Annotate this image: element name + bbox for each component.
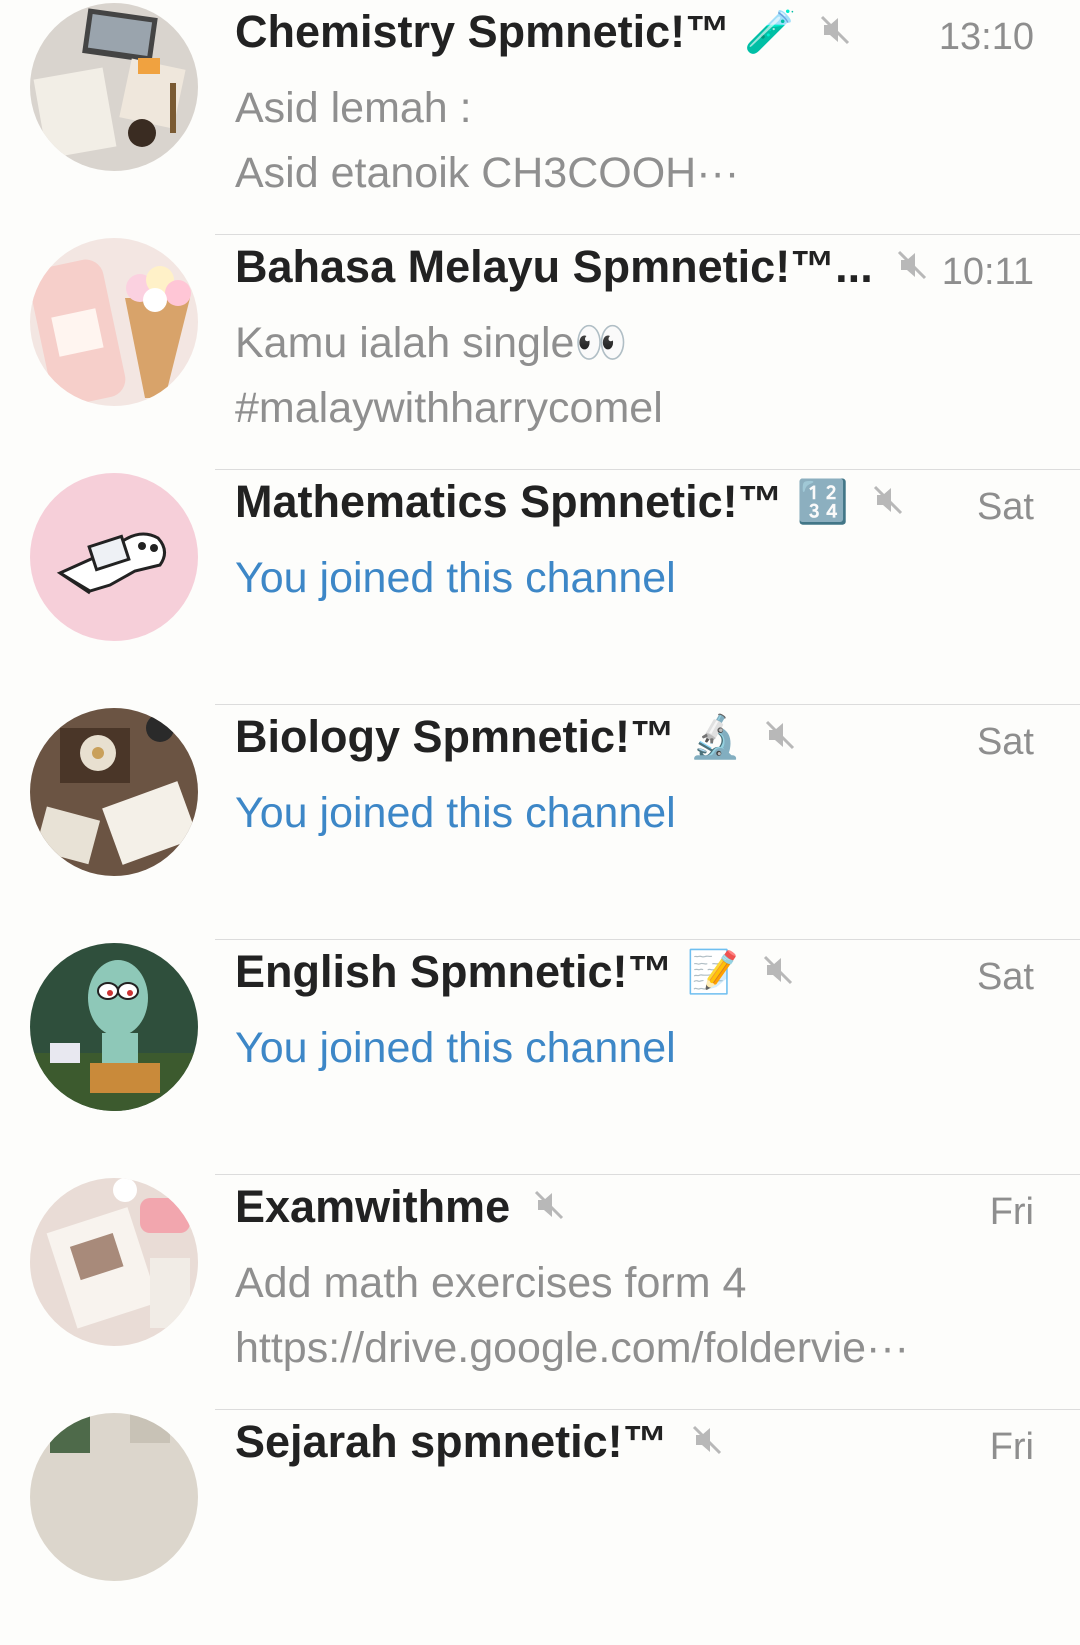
chat-row-chemistry[interactable]: Chemistry Spmnetic!™ 🧪 13:10 Asid lemah … — [0, 0, 1080, 235]
mute-icon — [761, 946, 795, 998]
avatar — [30, 943, 198, 1111]
chat-title-text: Mathematics Spmnetic!™ — [235, 476, 783, 527]
chat-title: Biology Spmnetic!™ 🔬 — [235, 711, 797, 763]
test-tube-icon: 🧪 — [744, 7, 797, 55]
preview-line: Kamu ialah single👀 — [235, 319, 628, 367]
avatar — [30, 708, 198, 876]
preview-line: You joined this channel — [235, 1024, 676, 1072]
chat-time: Fri — [989, 1191, 1034, 1233]
chat-title-text: Sejarah spmnetic!™ — [235, 1416, 668, 1467]
preview-line: Asid lemah : — [235, 84, 472, 132]
chat-preview: Kamu ialah single👀 #malaywithharrycomel — [235, 311, 663, 441]
preview-line: Add math exercises form 4 — [235, 1259, 747, 1307]
chat-preview: You joined this channel — [235, 781, 676, 846]
chat-title-text: Chemistry Spmnetic!™ — [235, 6, 731, 57]
chat-row-biology[interactable]: Biology Spmnetic!™ 🔬 Sat You joined this… — [0, 705, 1080, 940]
chat-row-sejarah[interactable]: Sejarah spmnetic!™ Fri — [0, 1410, 1080, 1645]
avatar — [30, 1413, 198, 1581]
chat-title: Examwithme — [235, 1181, 566, 1233]
mute-icon — [690, 1416, 724, 1468]
chat-title: Mathematics Spmnetic!™ 🔢 — [235, 476, 905, 528]
numbers-icon: 🔢 — [796, 477, 849, 525]
avatar — [30, 1178, 198, 1346]
chat-title: English Spmnetic!™ 📝 — [235, 946, 795, 998]
mute-icon — [763, 711, 797, 763]
chat-time: 10:11 — [941, 251, 1034, 293]
chat-preview: You joined this channel — [235, 546, 676, 611]
chat-preview: You joined this channel — [235, 1016, 676, 1081]
memo-icon: 📝 — [686, 947, 739, 995]
avatar — [30, 238, 198, 406]
chat-title-text: Examwithme — [235, 1181, 511, 1232]
chat-row-examwithme[interactable]: Examwithme Fri Add math exercises form 4… — [0, 1175, 1080, 1410]
chat-time: Sat — [976, 486, 1034, 528]
chat-title: Chemistry Spmnetic!™ 🧪 — [235, 6, 852, 58]
mute-icon — [895, 241, 929, 293]
avatar — [30, 3, 198, 171]
preview-line: You joined this channel — [235, 789, 676, 837]
chat-row-mathematics[interactable]: Mathematics Spmnetic!™ 🔢 Sat You joined … — [0, 470, 1080, 705]
preview-line: Asid etanoik CH3COOH··· — [235, 149, 740, 197]
microscope-icon: 🔬 — [689, 712, 742, 760]
avatar — [30, 473, 198, 641]
chat-title-text: Biology Spmnetic!™ — [235, 711, 676, 762]
preview-line: https://drive.google.com/foldervie··· — [235, 1324, 909, 1372]
chat-title: Sejarah spmnetic!™ — [235, 1416, 724, 1468]
chat-time: Sat — [976, 956, 1034, 998]
chat-time: Sat — [976, 721, 1034, 763]
mute-icon — [871, 476, 905, 528]
chat-preview: Add math exercises form 4 https://drive.… — [235, 1251, 909, 1381]
mute-icon — [818, 6, 852, 58]
chat-row-english[interactable]: English Spmnetic!™ 📝 Sat You joined this… — [0, 940, 1080, 1175]
preview-line: You joined this channel — [235, 554, 676, 602]
chat-preview: Asid lemah : Asid etanoik CH3COOH··· — [235, 76, 739, 206]
chat-row-bahasa-melayu[interactable]: Bahasa Melayu Spmnetic!™... 10:11 Kamu i… — [0, 235, 1080, 470]
chat-title-text: English Spmnetic!™ — [235, 946, 673, 997]
chat-list: Chemistry Spmnetic!™ 🧪 13:10 Asid lemah … — [0, 0, 1080, 1581]
chat-time: 13:10 — [938, 16, 1034, 58]
preview-line: #malaywithharrycomel — [235, 384, 663, 432]
mute-icon — [532, 1181, 566, 1233]
chat-time: Fri — [989, 1426, 1034, 1468]
chat-title-text: Bahasa Melayu Spmnetic!™... — [235, 241, 873, 292]
chat-title: Bahasa Melayu Spmnetic!™... — [235, 241, 929, 293]
